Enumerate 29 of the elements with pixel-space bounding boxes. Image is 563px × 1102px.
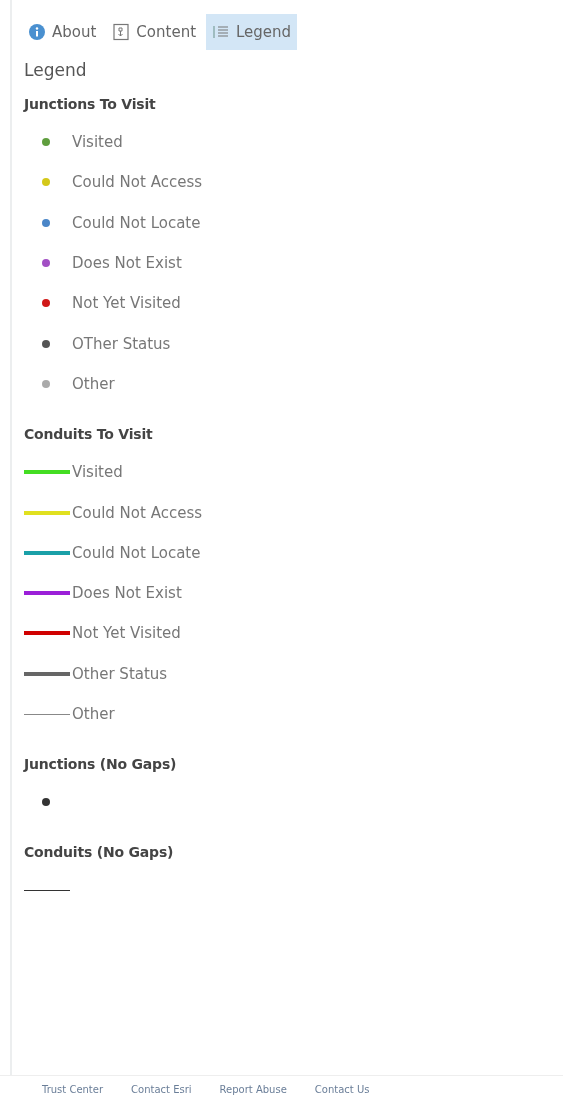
legend-label: Could Not Access bbox=[72, 173, 202, 192]
legend-label: Visited bbox=[72, 133, 123, 152]
legend-label: Does Not Exist bbox=[72, 584, 182, 603]
legend-label: Not Yet Visited bbox=[72, 294, 181, 313]
footer-link[interactable]: Contact Esri bbox=[131, 1083, 192, 1095]
legend-label: Could Not Access bbox=[72, 503, 202, 522]
info-icon bbox=[28, 23, 46, 41]
footer-link[interactable]: Contact Us bbox=[314, 1083, 370, 1095]
tab[interactable]: Content bbox=[106, 14, 202, 50]
tab[interactable]: Legend bbox=[206, 14, 298, 50]
legend-label: OTher Status bbox=[72, 334, 171, 353]
legend-label: Could Not Locate bbox=[72, 213, 201, 232]
section-heading: Junctions (No Gaps) bbox=[24, 756, 178, 773]
legend-label: Other Status bbox=[72, 664, 168, 683]
document-icon bbox=[112, 23, 131, 41]
legend-label: Other bbox=[72, 374, 115, 393]
legend-label: Other bbox=[72, 705, 115, 723]
section-heading: Conduits (No Gaps) bbox=[24, 844, 175, 861]
list-icon bbox=[212, 23, 230, 41]
footer-link[interactable]: Report Abuse bbox=[219, 1083, 287, 1095]
legend-label: Could Not Locate bbox=[72, 543, 201, 562]
panel-title: Legend bbox=[24, 60, 88, 80]
section-heading: Junctions To Visit bbox=[24, 96, 157, 112]
legend-label: Does Not Exist bbox=[72, 254, 182, 273]
tab[interactable]: About bbox=[22, 14, 103, 50]
footer-link[interactable]: Trust Center bbox=[42, 1083, 104, 1095]
section-heading: Conduits To Visit bbox=[24, 426, 154, 443]
legend-label: Not Yet Visited bbox=[72, 624, 181, 643]
legend-label: Visited bbox=[72, 463, 123, 482]
